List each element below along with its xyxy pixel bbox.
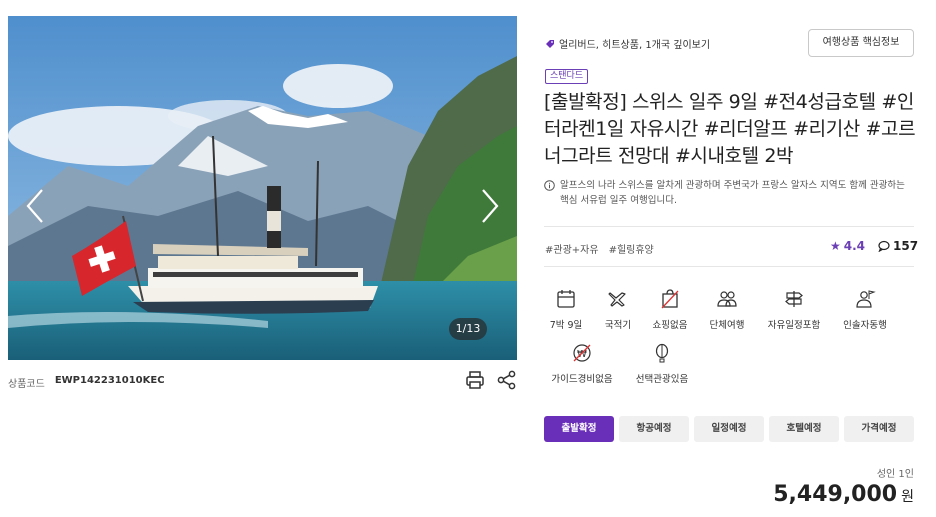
signpost-icon [785, 291, 803, 307]
price-unit: 원 [901, 489, 914, 505]
hashtag-list: #관광+자유 #힐링휴양 [545, 241, 654, 256]
share-button[interactable] [496, 369, 518, 391]
feature-tour-leader: 인솔자동행 [829, 289, 901, 331]
svg-text:₩: ₩ [577, 349, 587, 360]
divider [544, 266, 914, 267]
feature-no-guide-fee: ₩ 가이드경비없음 [544, 343, 620, 385]
print-button[interactable] [464, 369, 486, 391]
tab-departure-confirmed[interactable]: 출발확정 [544, 416, 614, 442]
price-amount: 5,449,000 [773, 482, 898, 507]
shopping-bag-icon [661, 289, 679, 309]
product-code-value: EWP142231010KEC [54, 375, 165, 386]
feature-label: 단체여행 [709, 320, 745, 331]
feature-label: 선택관광있음 [635, 374, 689, 385]
key-info-button[interactable]: 여행상품 핵심정보 [808, 29, 914, 57]
gallery-next-button[interactable] [475, 186, 505, 226]
grade-badge: 스탠다드 [545, 69, 589, 84]
price-label: 성인 1인 [876, 469, 914, 480]
hashtag[interactable]: #힐링휴양 [609, 241, 654, 256]
feature-label: 인솔자동행 [843, 320, 887, 331]
feature-label: 국적기 [604, 320, 632, 331]
guide-person-icon [856, 290, 876, 308]
product-description: 알프스의 나라 스위스를 알차게 관광하며 주변국가 프랑스 알자스 지역도 함… [544, 178, 914, 208]
calendar-icon [557, 290, 575, 308]
balloon-icon [655, 343, 669, 363]
feature-free-schedule: 자유일정포함 [758, 289, 830, 331]
price: 5,449,000 원 [773, 482, 914, 507]
printer-icon [466, 371, 484, 389]
review-count[interactable]: 157 [878, 239, 918, 253]
feature-label: 자유일정포함 [767, 320, 821, 331]
divider [544, 226, 914, 227]
feature-label: 가이드경비없음 [551, 374, 613, 385]
description-text: 알프스의 나라 스위스를 알차게 관광하며 주변국가 프랑스 알자스 지역도 함… [560, 180, 905, 206]
tab-price[interactable]: 가격예정 [844, 416, 914, 442]
feature-group-tour: 단체여행 [691, 289, 763, 331]
chevron-left-icon [26, 189, 43, 223]
rating: ★ 4.4 [830, 239, 865, 253]
lake-steamboat-photo [8, 16, 517, 360]
feature-optional-tour: 선택관광있음 [624, 343, 700, 385]
product-image-gallery[interactable]: 1/13 [8, 16, 517, 360]
tags-text: 얼리버드, 히트상품, 1개국 깊이보기 [559, 40, 711, 51]
chevron-right-icon [482, 189, 499, 223]
speech-bubble-icon [878, 240, 890, 252]
gallery-prev-button[interactable] [20, 186, 50, 226]
product-code: 상품코드 EWP142231010KEC [8, 375, 165, 390]
hashtag[interactable]: #관광+자유 [545, 241, 599, 256]
review-count-value: 157 [893, 239, 919, 253]
tab-hotel[interactable]: 호텔예정 [769, 416, 839, 442]
tag-icon [546, 39, 554, 48]
product-title: [출발확정] 스위스 일주 9일 #전4성급호텔 #인터라켄1일 자유시간 #리… [544, 91, 916, 167]
won-coin-icon: ₩ [573, 344, 591, 362]
gallery-counter: 1/13 [449, 318, 487, 340]
share-icon [497, 370, 516, 390]
tab-itinerary[interactable]: 일정예정 [694, 416, 764, 442]
info-icon [544, 180, 555, 191]
airplane-icon [608, 292, 626, 307]
product-code-label: 상품코드 [8, 379, 45, 390]
tab-flight[interactable]: 항공예정 [619, 416, 689, 442]
product-tags: 얼리버드, 히트상품, 1개국 깊이보기 [545, 36, 710, 51]
rating-value: 4.4 [843, 239, 866, 253]
feature-label: 7박 9일 [549, 320, 583, 331]
group-icon [717, 291, 737, 307]
star-icon: ★ [830, 239, 841, 253]
feature-label: 쇼핑없음 [652, 320, 688, 331]
